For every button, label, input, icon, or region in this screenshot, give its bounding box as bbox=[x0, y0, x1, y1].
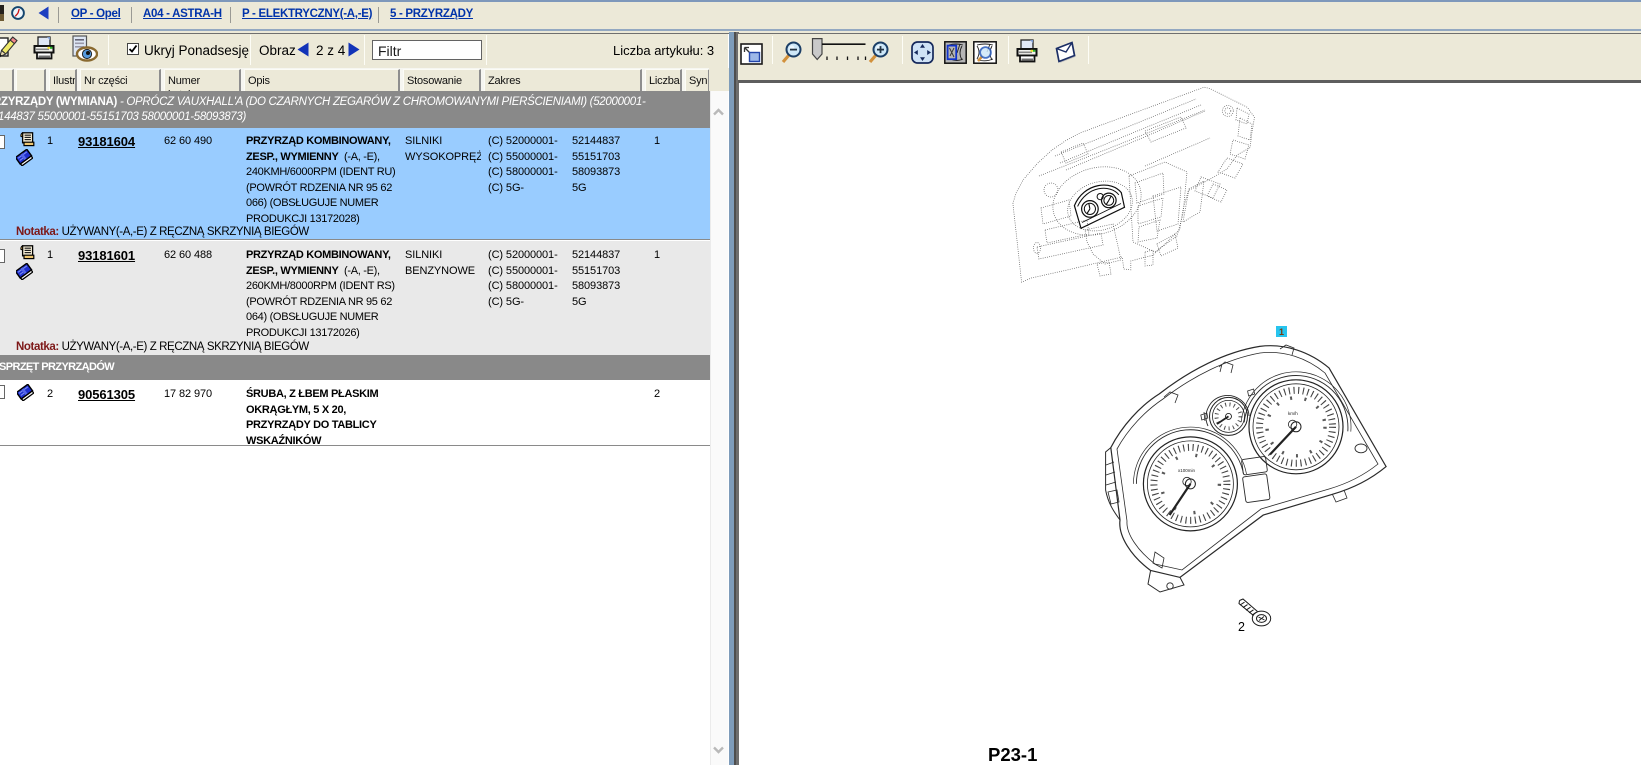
svg-text:x100min: x100min bbox=[1178, 468, 1196, 473]
svg-text:km/h: km/h bbox=[1288, 411, 1298, 416]
